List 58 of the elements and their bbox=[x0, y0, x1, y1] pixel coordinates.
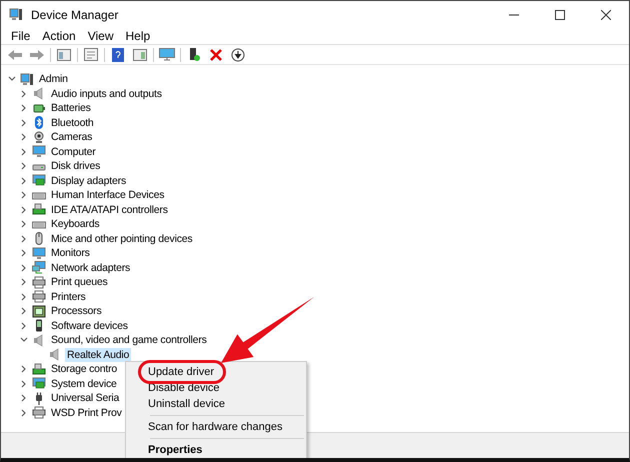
scan-monitor-button[interactable] bbox=[158, 46, 176, 63]
tree-item[interactable]: Cameras bbox=[49, 130, 94, 144]
tree-item[interactable]: Audio inputs and outputs bbox=[49, 86, 164, 101]
tree-item[interactable]: Batteries bbox=[49, 101, 93, 116]
menu-item[interactable]: File bbox=[5, 28, 36, 44]
tree-item[interactable]: Universal Seria bbox=[49, 391, 122, 406]
uninstall-button[interactable] bbox=[207, 46, 225, 63]
action-pane-button[interactable] bbox=[131, 46, 149, 63]
tree-item[interactable]: Keyboards bbox=[49, 217, 102, 232]
tree-item[interactable]: Bluetooth bbox=[49, 116, 96, 130]
help-button[interactable] bbox=[109, 46, 127, 63]
network-icon bbox=[32, 261, 46, 274]
tree-item[interactable]: Mice and other pointing devices bbox=[49, 232, 194, 246]
tree-item[interactable]: Software devices bbox=[49, 318, 130, 333]
window-title: Device Manager bbox=[31, 8, 118, 22]
tree-item[interactable]: Realtek Audio bbox=[65, 348, 132, 362]
tree-item[interactable]: Sound, video and game controllers bbox=[49, 333, 209, 348]
tree-item[interactable]: Monitors bbox=[49, 246, 92, 260]
menu-item[interactable]: View bbox=[82, 28, 120, 44]
tree-item[interactable]: Computer bbox=[49, 144, 98, 159]
disable-button[interactable] bbox=[229, 46, 247, 63]
tree-item[interactable]: Print queues bbox=[49, 275, 110, 290]
tree-item[interactable]: Human Interface Devices bbox=[49, 188, 166, 202]
menu-item[interactable]: Help bbox=[120, 28, 156, 44]
menu-item[interactable]: Update driver bbox=[148, 364, 214, 380]
menu-item[interactable]: Properties bbox=[148, 442, 202, 458]
close-icon[interactable] bbox=[601, 10, 611, 20]
menu-item[interactable]: Action bbox=[36, 28, 82, 44]
card-icon bbox=[32, 174, 46, 188]
card-icon bbox=[32, 377, 46, 390]
processor-icon bbox=[32, 304, 46, 318]
printer-icon bbox=[32, 276, 46, 289]
tree-item[interactable]: Display adapters bbox=[49, 174, 128, 188]
maximize-icon[interactable] bbox=[555, 10, 565, 20]
controller-icon bbox=[32, 362, 46, 376]
properties-button[interactable] bbox=[82, 46, 100, 63]
printer-icon bbox=[32, 290, 46, 304]
tree-item[interactable]: Printers bbox=[49, 290, 88, 304]
tree-item[interactable]: System device bbox=[49, 376, 119, 391]
tree-item[interactable]: WSD Print Prov bbox=[49, 406, 124, 420]
webcam-icon bbox=[32, 130, 46, 144]
console-tree-button[interactable] bbox=[55, 46, 73, 63]
monitor-icon bbox=[32, 246, 46, 260]
bluetooth-icon bbox=[32, 116, 46, 130]
tree-item[interactable]: Disk drives bbox=[49, 159, 102, 174]
computer-icon bbox=[20, 72, 34, 86]
tree-item[interactable]: Admin bbox=[37, 72, 70, 86]
battery-icon bbox=[32, 102, 46, 115]
monitor-icon bbox=[32, 145, 46, 158]
tree-item[interactable]: IDE ATA/ATAPI controllers bbox=[49, 202, 170, 217]
menu-item[interactable]: Uninstall device bbox=[148, 396, 226, 412]
menu-item[interactable]: Scan for hardware changes bbox=[148, 419, 283, 435]
computer-icon bbox=[9, 8, 23, 21]
controller-icon bbox=[32, 203, 46, 216]
printer-icon bbox=[32, 406, 46, 420]
tree-item[interactable]: Network adapters bbox=[49, 260, 132, 275]
tree-item[interactable]: Storage contro bbox=[49, 362, 120, 376]
tree-item[interactable]: Processors bbox=[49, 304, 104, 318]
